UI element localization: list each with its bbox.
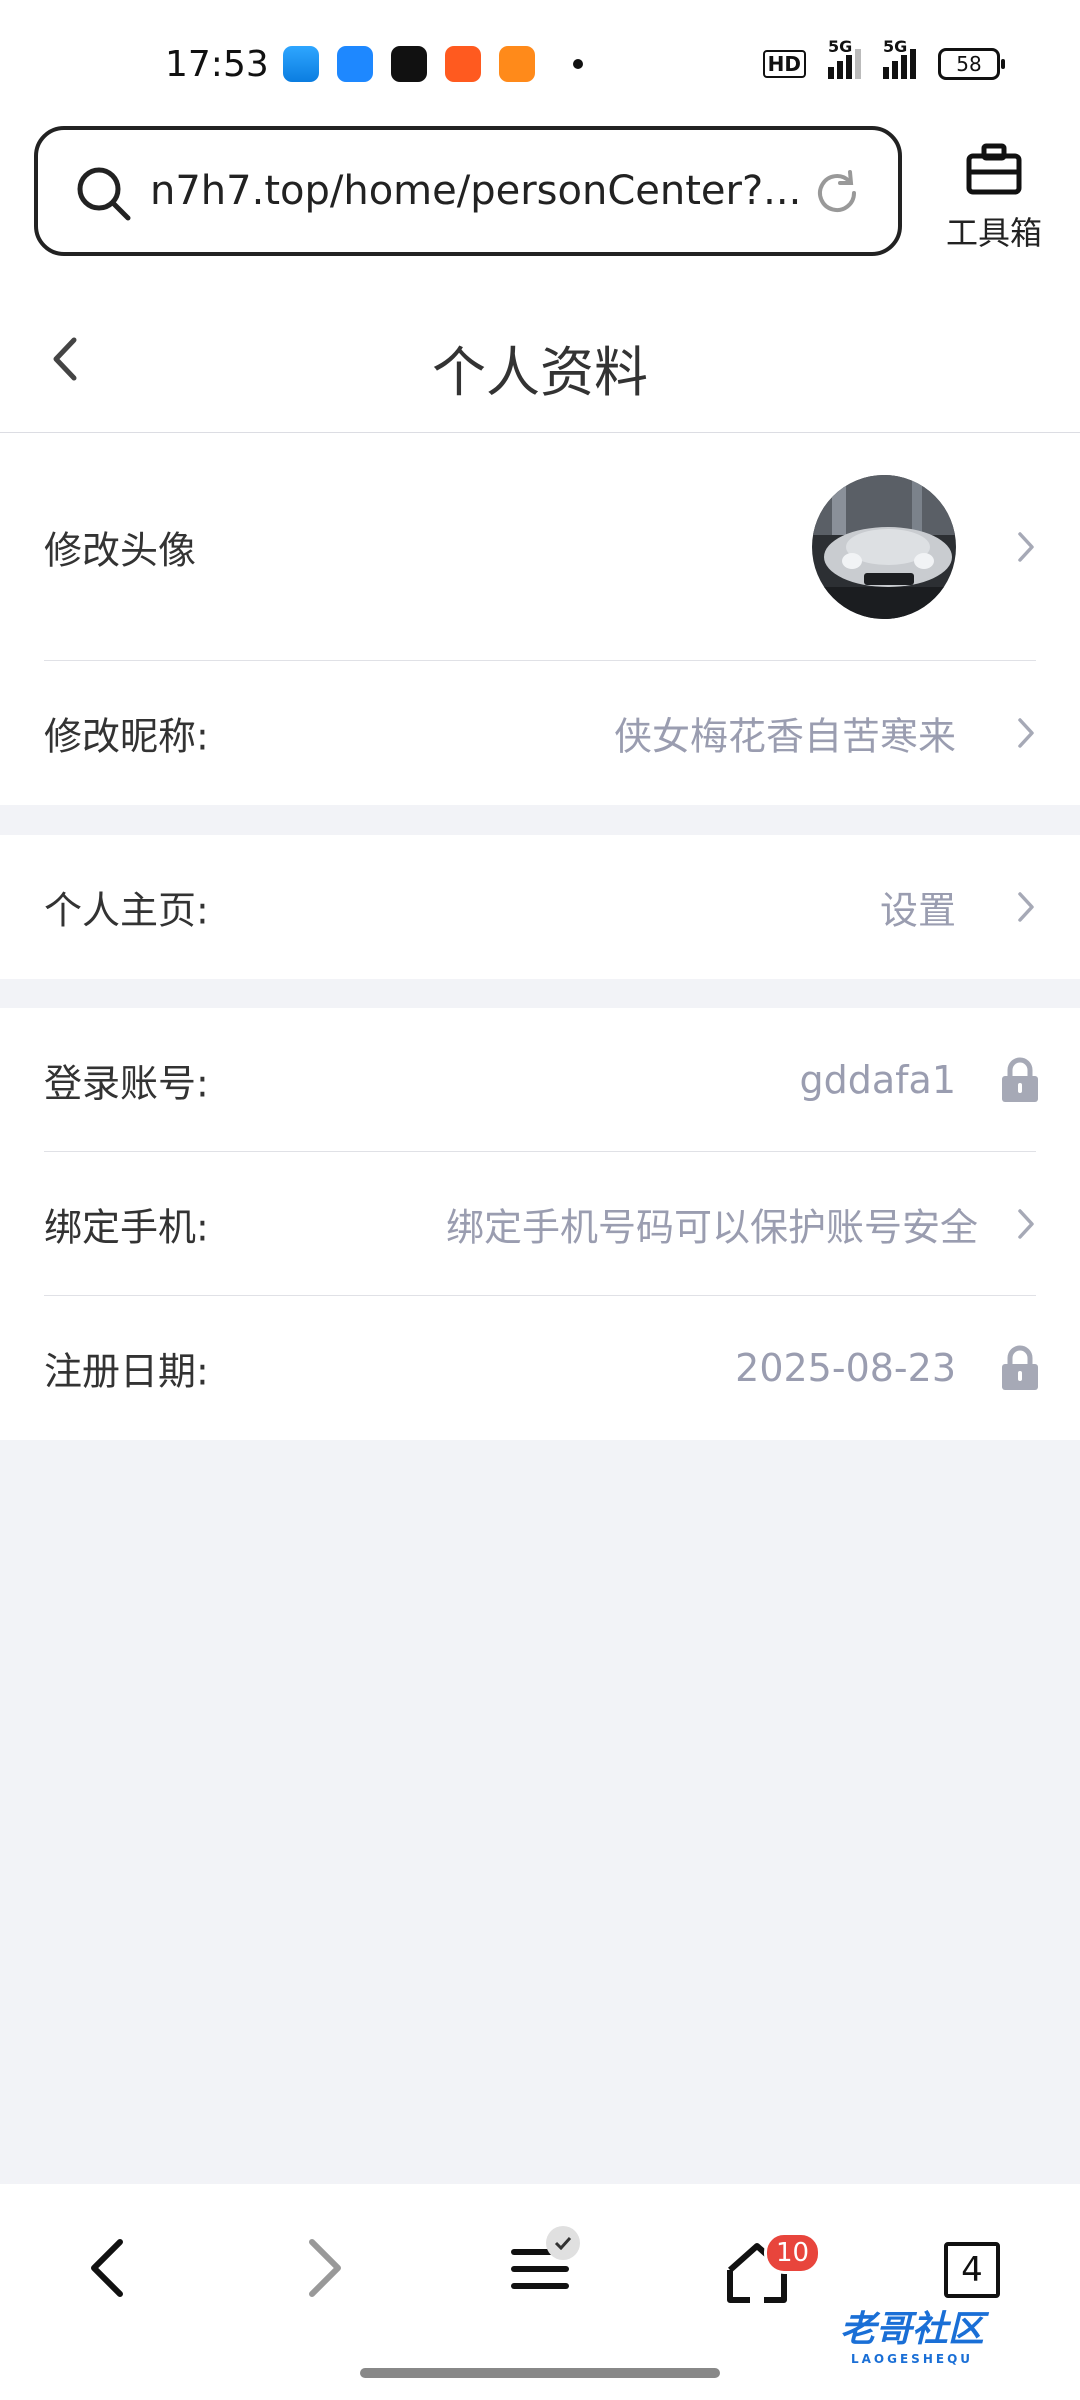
notification-dot	[573, 59, 583, 69]
menu-button[interactable]	[510, 2226, 580, 2296]
reload-icon[interactable]	[810, 166, 864, 220]
battery-icon: 58	[938, 48, 1005, 80]
status-time: 17:53	[165, 44, 269, 85]
signal-icon-sim1: 5G	[828, 37, 861, 79]
home-indicator[interactable]	[360, 2368, 720, 2378]
row-avatar[interactable]: 修改头像	[0, 433, 1080, 661]
row-account: 登录账号: gddafa1	[0, 1008, 1080, 1152]
hd-icon: HD	[762, 50, 806, 78]
home-button[interactable]: 10	[724, 2232, 822, 2308]
phone-label: 绑定手机:	[44, 1205, 209, 1250]
phone-value: 绑定手机号码可以保护账号安全	[445, 1205, 978, 1250]
url-text[interactable]: n7h7.top/home/personCenter?...	[150, 168, 801, 214]
app-icon-5	[499, 46, 535, 82]
back-nav-icon[interactable]	[84, 2236, 128, 2300]
chevron-right-icon	[1018, 718, 1034, 748]
homepage-label: 个人主页:	[44, 888, 209, 933]
signal-icon-sim2: 5G	[883, 37, 916, 79]
app-icon-2	[337, 46, 373, 82]
profile-section-basic: 修改头像 修改昵称: 侠女梅花香自苦寒来	[0, 433, 1080, 805]
row-phone[interactable]: 绑定手机: 绑定手机号码可以保护账号安全	[0, 1152, 1080, 1296]
check-icon	[546, 2226, 580, 2260]
search-icon	[77, 167, 131, 221]
row-nickname[interactable]: 修改昵称: 侠女梅花香自苦寒来	[0, 661, 1080, 805]
forward-nav-icon[interactable]	[304, 2236, 348, 2300]
chevron-right-icon	[1018, 1209, 1034, 1239]
lock-icon	[1002, 1057, 1038, 1102]
status-bar: 17:53 HD 5G 5G 58	[0, 0, 1080, 120]
browser-toolbar: n7h7.top/home/personCenter?... 工具箱	[0, 120, 1080, 280]
account-label: 登录账号:	[44, 1061, 209, 1106]
status-indicators: HD 5G 5G 58	[762, 37, 1005, 80]
watermark-logo: 老哥社区 LAOGESHEQU	[840, 2309, 985, 2366]
home-badge: 10	[764, 2232, 822, 2274]
url-bar[interactable]: n7h7.top/home/personCenter?...	[34, 126, 902, 256]
profile-section-homepage: 个人主页: 设置	[0, 835, 1080, 979]
register-label: 注册日期:	[44, 1349, 209, 1394]
lock-icon	[1002, 1345, 1038, 1390]
chevron-right-icon	[1018, 532, 1034, 562]
avatar-label: 修改头像	[44, 528, 197, 573]
toolbox-icon	[966, 143, 1022, 195]
nickname-label: 修改昵称:	[44, 714, 209, 759]
row-homepage[interactable]: 个人主页: 设置	[0, 835, 1080, 979]
tab-count: 4	[944, 2242, 1000, 2298]
page-header: 个人资料	[0, 280, 1080, 433]
nickname-value: 侠女梅花香自苦寒来	[613, 714, 956, 759]
page-title: 个人资料	[432, 341, 648, 404]
tabs-button[interactable]: 4	[944, 2242, 1000, 2298]
taobao-icon	[445, 46, 481, 82]
toolbox-label: 工具箱	[945, 214, 1042, 252]
chevron-right-icon	[1018, 892, 1034, 922]
app-icon-1	[283, 46, 319, 82]
tiktok-icon	[391, 46, 427, 82]
row-register-date: 注册日期: 2025-08-23	[0, 1296, 1080, 1440]
register-value: 2025-08-23	[735, 1346, 956, 1390]
avatar[interactable]	[812, 475, 956, 619]
homepage-value: 设置	[879, 888, 956, 933]
profile-section-account: 登录账号: gddafa1 绑定手机: 绑定手机号码可以保护账号安全 注册日期:…	[0, 1008, 1080, 1440]
account-value: gddafa1	[799, 1058, 957, 1102]
toolbox-button[interactable]: 工具箱	[944, 142, 1044, 254]
status-app-icons	[283, 46, 583, 82]
